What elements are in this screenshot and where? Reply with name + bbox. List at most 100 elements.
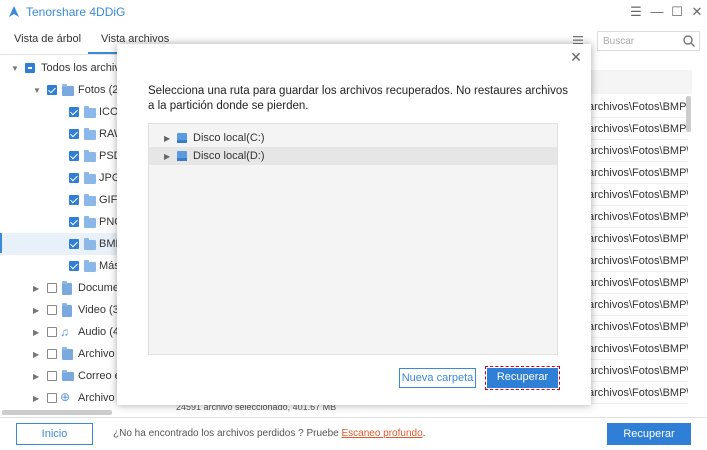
tree-label: BMP (99, 238, 117, 250)
expand-arrow-icon[interactable]: ▶ (33, 394, 39, 403)
checkbox[interactable] (69, 151, 79, 161)
tree-item-bmp[interactable]: BMP (0, 233, 117, 255)
checkbox[interactable] (69, 217, 79, 227)
home-button[interactable]: Inicio (16, 423, 93, 445)
expand-arrow-icon[interactable]: ▶ (33, 306, 39, 315)
drive-item-c[interactable]: ▶ Disco local(C:) (149, 129, 557, 147)
table-row[interactable]: archivos\Fotos\BMP\... (588, 118, 688, 140)
app-title: Tenorshare 4DDiG (26, 5, 126, 19)
folder-icon (84, 106, 96, 118)
tree-item-root[interactable]: ▼ Todos los archivos (0, 57, 117, 79)
tree-item-more[interactable]: Más (0, 255, 117, 277)
deep-scan-link[interactable]: Escaneo profundo (341, 428, 422, 439)
expand-arrow-icon[interactable]: ▶ (164, 152, 170, 161)
expand-arrow-icon[interactable]: ▼ (11, 64, 19, 73)
tree-item-email[interactable]: ▶ Correo e... (0, 365, 117, 387)
tab-tree-view[interactable]: Vista de árbol (14, 33, 81, 45)
table-row[interactable]: archivos\Fotos\BMP\... (588, 162, 688, 184)
table-row[interactable]: archivos\Fotos\BMP\... (588, 228, 688, 250)
tree-item-psd[interactable]: PSD (0, 145, 117, 167)
table-row[interactable]: archivos\Fotos\BMP\... (588, 338, 688, 360)
tree-item-documents[interactable]: ▶ Document... (0, 277, 117, 299)
vertical-scrollbar[interactable] (686, 96, 691, 132)
folder-icon (84, 172, 96, 184)
checkbox[interactable] (47, 371, 57, 381)
checkbox[interactable] (69, 173, 79, 183)
expand-arrow-icon[interactable]: ▶ (33, 372, 39, 381)
document-icon (62, 281, 72, 295)
search-input[interactable]: Buscar (597, 31, 700, 51)
expand-arrow-icon[interactable]: ▶ (33, 284, 39, 293)
tree-item-raw[interactable]: RAW (0, 123, 117, 145)
checkbox[interactable] (47, 283, 57, 293)
table-row[interactable]: archivos\Fotos\BMP\... (588, 360, 688, 382)
checkbox[interactable] (47, 349, 57, 359)
tree-label: Archivo (78, 348, 115, 360)
table-row[interactable]: archivos\Fotos\BMP\... (588, 206, 688, 228)
table-row[interactable]: archivos\Fotos\BMP\... (588, 140, 688, 162)
tree-label: Más (99, 260, 117, 272)
tree-item-photos[interactable]: ▼ Fotos (24... (0, 79, 117, 101)
globe-icon: ⊕ (60, 390, 71, 404)
minimize-icon[interactable]: — (648, 3, 666, 21)
folder-icon (84, 238, 96, 250)
expand-arrow-icon[interactable]: ▶ (33, 350, 39, 359)
checkbox[interactable] (69, 107, 79, 117)
file-tree: ▼ Todos los archivos ▼ Fotos (24... ICO … (0, 57, 117, 407)
title-bar: Tenorshare 4DDiG ☰ — ☐ ✕ (0, 0, 707, 25)
checkbox[interactable] (47, 327, 57, 337)
tree-item-ico[interactable]: ICO (0, 101, 117, 123)
checkbox[interactable] (69, 129, 79, 139)
table-header (588, 70, 692, 94)
tree-item-audio[interactable]: ▶ ♫ Audio (4... (0, 321, 117, 343)
expand-arrow-icon[interactable]: ▼ (33, 86, 41, 95)
drive-label: Disco local(D:) (193, 150, 265, 162)
expand-arrow-icon[interactable]: ▶ (33, 328, 39, 337)
checkbox[interactable] (69, 261, 79, 271)
drive-list: ▶ Disco local(C:) ▶ Disco local(D:) (148, 123, 558, 355)
table-row[interactable]: archivos\Fotos\BMP\... (588, 272, 688, 294)
dialog-message: Selecciona una ruta para guardar los arc… (148, 85, 568, 112)
table-row[interactable]: archivos\Fotos\BMP\... (588, 382, 688, 404)
table-row[interactable]: archivos\Fotos\BMP\... (588, 184, 688, 206)
folder-icon (84, 216, 96, 228)
search-icon[interactable] (682, 34, 696, 48)
photo-icon (62, 84, 74, 96)
table-row[interactable]: archivos\Fotos\BMP\... (588, 250, 688, 272)
tree-item-video[interactable]: ▶ Video (3... (0, 299, 117, 321)
close-icon[interactable]: ✕ (688, 3, 706, 21)
tree-item-png[interactable]: PNG (0, 211, 117, 233)
checkbox[interactable] (25, 63, 35, 73)
tree-label: Archivo o... (78, 392, 117, 404)
tree-label: Document... (78, 282, 117, 294)
table-row[interactable]: archivos\Fotos\BMP\... (588, 316, 688, 338)
table-row[interactable]: archivos\Fotos\BMP\... (588, 294, 688, 316)
checkbox[interactable] (69, 195, 79, 205)
drive-item-d[interactable]: ▶ Disco local(D:) (149, 147, 557, 165)
folder-icon (84, 150, 96, 162)
new-folder-button[interactable]: Nueva carpeta (399, 368, 476, 388)
menu-icon[interactable]: ☰ (627, 3, 645, 21)
checkbox[interactable] (47, 85, 57, 95)
tree-item-gif[interactable]: GIF (0, 189, 117, 211)
tree-label: PNG (99, 216, 117, 228)
checkbox[interactable] (47, 305, 57, 315)
horizontal-scrollbar[interactable] (2, 410, 112, 415)
tree-item-jpg[interactable]: JPG (0, 167, 117, 189)
maximize-icon[interactable]: ☐ (668, 3, 686, 21)
file-path-column: archivos\Fotos\BMP\... archivos\Fotos\BM… (588, 96, 688, 446)
tree-label: Audio (4... (78, 326, 117, 338)
folder-icon (84, 128, 96, 140)
expand-arrow-icon[interactable]: ▶ (164, 134, 170, 143)
hard-drive-icon (177, 133, 187, 143)
table-row[interactable]: archivos\Fotos\BMP\... (588, 96, 688, 118)
checkbox[interactable] (69, 239, 79, 249)
tree-item-archive[interactable]: ▶ Archivo (0, 343, 117, 365)
video-icon (62, 303, 72, 317)
dialog-recover-button[interactable]: Recuperar (485, 366, 560, 390)
tree-item-other[interactable]: ▶ ⊕ Archivo o... (0, 387, 117, 407)
tree-label: GIF (99, 194, 117, 206)
checkbox[interactable] (47, 393, 57, 403)
dialog-close-icon[interactable]: ✕ (569, 50, 583, 64)
recover-button[interactable]: Recuperar (607, 423, 691, 445)
